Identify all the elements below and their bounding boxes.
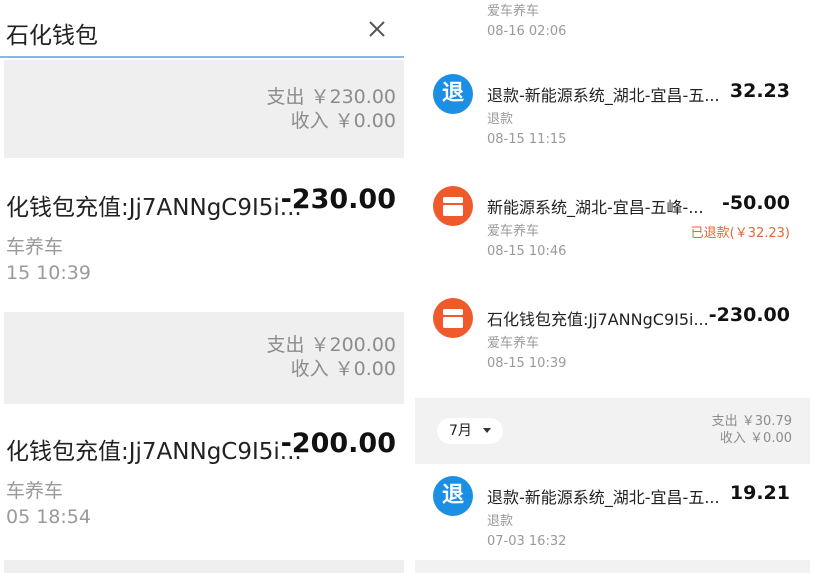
refunded-status: 已退款(￥32.23) xyxy=(690,226,790,241)
transaction-category: 退款 xyxy=(487,112,514,127)
transaction-amount: -230.00 xyxy=(708,304,790,326)
month-summary: 支出 ￥230.00 收入 ￥0.00 xyxy=(4,60,404,158)
refund-icon: 退 xyxy=(433,476,473,516)
month-summary: 7月 支出 ￥30.79 收入 ￥0.00 xyxy=(415,398,810,464)
transaction-list-panel: 爱车养车 08-16 02:06 退 退款-新能源系统_湖北-宜昌-五... 3… xyxy=(415,0,820,573)
shop-icon xyxy=(433,186,473,226)
transaction-amount: 19.21 xyxy=(729,482,790,504)
month-selector[interactable]: 7月 xyxy=(437,418,503,444)
transaction-time: 07-03 16:32 xyxy=(487,534,567,549)
transaction-time: 08-15 10:46 xyxy=(487,244,567,259)
shop-icon xyxy=(433,298,473,338)
transaction-row[interactable]: 退 退款-新能源系统_湖北-宜昌-五... 19.21 退款 07-03 16:… xyxy=(415,476,810,560)
divider xyxy=(415,560,810,573)
transaction-title: 退款-新能源系统_湖北-宜昌-五... xyxy=(487,488,720,507)
expense-total: 支出 ￥230.00 xyxy=(266,86,396,108)
transaction-category: 车养车 xyxy=(6,480,64,502)
close-icon[interactable] xyxy=(366,18,388,40)
transaction-time: 08-15 10:39 xyxy=(487,356,567,371)
income-total: 收入 ￥0.00 xyxy=(290,110,396,132)
caret-down-icon xyxy=(483,428,491,433)
zoomed-detail-panel: 石化钱包 支出 ￥230.00 收入 ￥0.00 化钱包充值:Jj7ANNgC9… xyxy=(0,0,406,573)
transaction-title: 退款-新能源系统_湖北-宜昌-五... xyxy=(487,86,720,105)
transaction-amount: -200.00 xyxy=(280,428,396,459)
transaction-time: 08-15 11:15 xyxy=(487,132,567,147)
transaction-title: 新能源系统_湖北-宜昌-五峰-... xyxy=(487,198,704,217)
transaction-category: 退款 xyxy=(487,514,514,529)
search-bar[interactable]: 石化钱包 xyxy=(0,0,404,58)
transaction-amount: 32.23 xyxy=(729,80,790,102)
month-summary: 支出 ￥200.00 收入 ￥0.00 xyxy=(4,312,404,404)
month-label: 7月 xyxy=(449,423,472,439)
transaction-time: 05 18:54 xyxy=(6,506,91,528)
income-total: 收入 ￥0.00 xyxy=(719,431,792,446)
transaction-amount: -50.00 xyxy=(722,192,790,214)
transaction-category: 爱车养车 xyxy=(487,4,540,19)
transaction-category: 车养车 xyxy=(6,236,64,258)
transaction-row[interactable]: 石化钱包充值:Jj7ANNgC9I5i... -230.00 爱车养车 08-1… xyxy=(415,298,810,388)
transaction-category: 爱车养车 xyxy=(487,224,540,239)
divider xyxy=(4,560,404,573)
income-total: 收入 ￥0.00 xyxy=(290,358,396,380)
transaction-title: 化钱包充值:Jj7ANNgC9I5i... xyxy=(6,195,302,221)
transaction-amount: -230.00 xyxy=(280,184,396,215)
transaction-category: 爱车养车 xyxy=(487,336,540,351)
transaction-time: 08-16 02:06 xyxy=(487,24,567,39)
transaction-time: 15 10:39 xyxy=(6,262,91,284)
transaction-row[interactable]: 退 退款-新能源系统_湖北-宜昌-五... 32.23 退款 08-15 11:… xyxy=(415,74,810,164)
refund-icon: 退 xyxy=(433,74,473,114)
transaction-row[interactable]: 爱车养车 08-16 02:06 xyxy=(415,0,810,46)
expense-total: 支出 ￥200.00 xyxy=(266,334,396,356)
search-input[interactable]: 石化钱包 xyxy=(6,16,98,50)
transaction-title: 石化钱包充值:Jj7ANNgC9I5i... xyxy=(487,310,709,329)
transaction-row[interactable]: 化钱包充值:Jj7ANNgC9I5i... -200.00 车养车 05 18:… xyxy=(0,428,404,573)
transaction-title: 化钱包充值:Jj7ANNgC9I5i... xyxy=(6,439,302,465)
transaction-row[interactable]: 新能源系统_湖北-宜昌-五峰-... -50.00 已退款(￥32.23) 爱车… xyxy=(415,186,810,276)
